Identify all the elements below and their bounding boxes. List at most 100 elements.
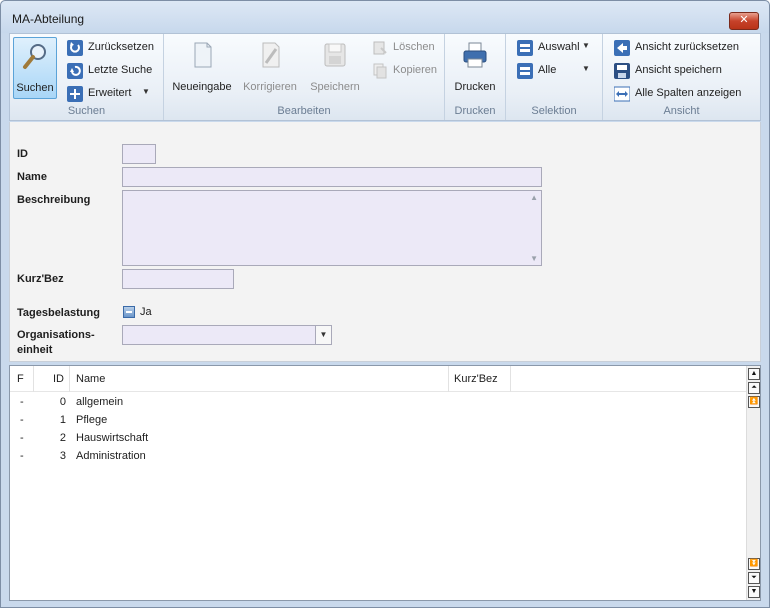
close-button[interactable]: ✕ <box>729 12 759 30</box>
edit-document-icon <box>262 42 280 68</box>
scroll-bottom-icon[interactable]: ⏬ <box>748 558 760 570</box>
copy-label: Kopieren <box>393 64 438 76</box>
correct-label: Korrigieren <box>243 81 297 93</box>
plus-icon <box>67 86 83 102</box>
name-label: Name <box>17 171 47 183</box>
delete-button[interactable]: Löschen <box>372 38 442 57</box>
group-label-bearbeiten: Bearbeiten <box>277 105 331 117</box>
column-header-name[interactable]: Name <box>73 366 449 392</box>
copy-button[interactable]: Kopieren <box>372 61 442 80</box>
group-bearbeiten: Neueingabe Korrigieren Speichern Löschen… <box>164 34 445 120</box>
copy-icon <box>373 63 387 79</box>
group-drucken: Drucken Drucken <box>445 34 506 120</box>
scroll-down-icon[interactable]: ▼ <box>748 586 760 598</box>
id-label: ID <box>17 148 28 160</box>
delete-icon <box>373 41 387 55</box>
selection-icon <box>517 40 533 56</box>
org-unit-label-line1: Organisations- <box>17 329 95 341</box>
chevron-down-icon[interactable]: ▼ <box>315 326 331 344</box>
window: MA-Abteilung ✕ Suchen Zurücksetzen Letzt… <box>0 0 770 608</box>
save-button[interactable]: Speichern <box>306 37 364 99</box>
page-down-icon[interactable]: ⏷ <box>748 572 760 584</box>
column-header-short-name[interactable]: Kurz'Bez <box>451 366 511 392</box>
new-entry-button[interactable]: Neueingabe <box>170 37 234 99</box>
description-label: Beschreibung <box>17 194 91 206</box>
column-header-id[interactable]: ID <box>34 366 70 392</box>
columns-icon <box>614 86 630 102</box>
grid-header: F ID Name Kurz'Bez <box>10 366 746 392</box>
selection-dropdown[interactable]: Auswahl ▼ <box>517 38 599 57</box>
save-view-icon <box>614 63 630 79</box>
row-name: Pflege <box>76 414 108 426</box>
group-label-selektion: Selektion <box>531 105 577 117</box>
all-label: Alle <box>538 64 557 76</box>
detail-form: ID Name Beschreibung ▲ ▼ Kurz'Bez Tagesb… <box>9 122 761 362</box>
daily-load-option-label: Ja <box>140 306 152 318</box>
reset-search-button[interactable]: Zurücksetzen <box>67 38 159 57</box>
window-title: MA-Abteilung <box>12 12 85 26</box>
row-id: 3 <box>59 450 66 462</box>
page-up-icon[interactable]: ⏶ <box>748 382 760 394</box>
row-flag: - <box>20 414 24 426</box>
selection-label: Auswahl <box>538 41 580 53</box>
select-all-icon <box>517 63 533 79</box>
grid-scrollbar[interactable]: ▲ ⏶ ⏫ ⏬ ⏷ ▼ <box>746 366 760 600</box>
column-header-f[interactable]: F <box>14 366 34 392</box>
scroll-down-icon[interactable]: ▼ <box>530 254 538 263</box>
row-name: Administration <box>76 450 146 462</box>
scroll-up-icon[interactable]: ▲ <box>530 193 538 202</box>
new-entry-label: Neueingabe <box>172 81 232 93</box>
print-button[interactable]: Drucken <box>450 37 500 99</box>
extended-search-button[interactable]: Erweitert ▼ <box>67 84 159 103</box>
show-all-columns-button[interactable]: Alle Spalten anzeigen <box>614 84 758 103</box>
reset-view-button[interactable]: Ansicht zurücksetzen <box>614 38 758 57</box>
group-label-ansicht: Ansicht <box>663 105 700 117</box>
reset-search-label: Zurücksetzen <box>88 41 155 53</box>
chevron-down-icon: ▼ <box>582 41 590 50</box>
org-unit-label-line2: einheit <box>17 344 53 356</box>
group-suchen: Suchen Zurücksetzen Letzte Suche Erweite… <box>10 34 164 120</box>
name-field[interactable] <box>122 167 542 187</box>
scroll-up-icon[interactable]: ▲ <box>748 368 760 380</box>
org-unit-select[interactable]: ▼ <box>122 325 332 345</box>
save-view-button[interactable]: Ansicht speichern <box>614 61 758 80</box>
daily-load-label: Tagesbelastung <box>17 307 100 319</box>
row-flag: - <box>20 396 24 408</box>
magnifier-icon <box>23 44 46 69</box>
table-row[interactable]: - 0 allgemein <box>10 394 746 412</box>
chevron-down-icon: ▼ <box>142 87 150 96</box>
row-flag: - <box>20 432 24 444</box>
group-ansicht: Ansicht zurücksetzen Ansicht speichern A… <box>603 34 760 120</box>
table-row[interactable]: - 1 Pflege <box>10 412 746 430</box>
row-id: 1 <box>59 414 66 426</box>
refresh-icon <box>67 40 83 56</box>
table-row[interactable]: - 3 Administration <box>10 448 746 466</box>
group-label-drucken: Drucken <box>454 105 496 117</box>
group-label-suchen: Suchen <box>67 105 106 117</box>
delete-label: Löschen <box>393 41 435 53</box>
description-textarea[interactable]: ▲ ▼ <box>122 190 542 266</box>
chevron-down-icon: ▼ <box>582 64 590 73</box>
data-grid: F ID Name Kurz'Bez - 0 allgemein - 1 Pfl… <box>9 365 761 601</box>
correct-button[interactable]: Korrigieren <box>240 37 300 99</box>
scroll-top-icon[interactable]: ⏫ <box>748 396 760 408</box>
search-button[interactable]: Suchen <box>13 37 57 99</box>
row-name: allgemein <box>76 396 124 408</box>
id-field[interactable] <box>122 144 156 164</box>
table-row[interactable]: - 2 Hauswirtschaft <box>10 430 746 448</box>
last-search-label: Letzte Suche <box>88 64 153 76</box>
row-flag: - <box>20 450 24 462</box>
last-search-button[interactable]: Letzte Suche <box>67 61 159 80</box>
row-name: Hauswirtschaft <box>76 432 149 444</box>
row-id: 2 <box>59 432 66 444</box>
show-all-columns-label: Alle Spalten anzeigen <box>635 87 742 99</box>
ribbon-toolbar: Suchen Zurücksetzen Letzte Suche Erweite… <box>9 33 761 121</box>
title-bar[interactable]: MA-Abteilung ✕ <box>1 1 769 33</box>
save-label: Speichern <box>310 81 360 93</box>
save-view-label: Ansicht speichern <box>635 64 722 76</box>
daily-load-checkbox[interactable] <box>123 306 135 318</box>
all-dropdown[interactable]: Alle ▼ <box>517 61 599 80</box>
reset-view-label: Ansicht zurücksetzen <box>635 41 739 53</box>
short-name-field[interactable] <box>122 269 234 289</box>
group-selektion: Auswahl ▼ Alle ▼ Selektion <box>506 34 603 120</box>
